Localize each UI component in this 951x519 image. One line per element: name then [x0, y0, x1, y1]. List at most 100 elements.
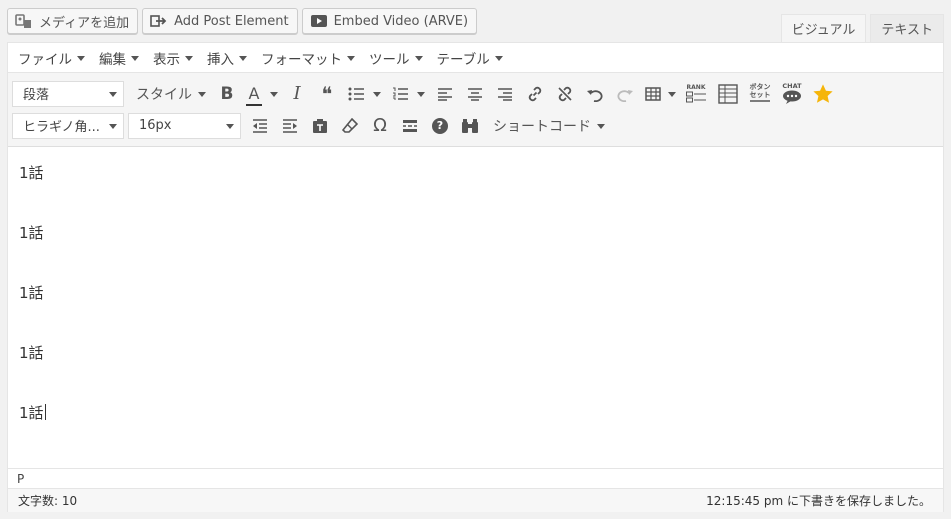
text-color-button[interactable]: A	[242, 80, 282, 108]
align-left-button[interactable]	[430, 80, 460, 108]
style-dropdown-label: スタイル	[136, 86, 192, 103]
clipboard-icon	[313, 118, 327, 133]
horizontal-line-icon	[403, 119, 417, 132]
toolbar-row-2: ヒラギノ角... 16px Ω ? ショートコード	[12, 110, 943, 141]
horizontal-line-button[interactable]	[395, 112, 425, 140]
indent-icon	[283, 118, 297, 133]
indent-button[interactable]	[275, 112, 305, 140]
font-size-value: 16px	[139, 118, 172, 133]
menu-tools[interactable]: ツール	[362, 48, 430, 68]
menu-format[interactable]: フォーマット	[254, 48, 362, 68]
bold-icon: B	[220, 83, 234, 104]
blockquote-button[interactable]: ❝	[312, 80, 342, 108]
special-character-button[interactable]: Ω	[365, 112, 395, 140]
paragraph[interactable]: 1話	[19, 222, 44, 243]
font-size-select[interactable]: 16px	[128, 112, 241, 139]
menu-table-label: テーブル	[436, 51, 490, 68]
chevron-down-icon	[372, 92, 381, 97]
bold-button[interactable]: B	[212, 80, 242, 108]
menu-insert[interactable]: 挿入	[200, 48, 254, 68]
help-button[interactable]: ?	[425, 112, 455, 140]
video-icon	[310, 13, 328, 29]
outdent-button[interactable]	[245, 112, 275, 140]
chevron-down-icon	[109, 92, 117, 97]
align-center-icon	[468, 87, 482, 101]
editor-content[interactable]: 1話 1話 1話 1話 1話	[8, 147, 943, 449]
undo-icon	[587, 89, 603, 102]
button-set-button[interactable]: ボタン セット	[744, 80, 776, 108]
redo-icon	[617, 89, 633, 102]
align-center-button[interactable]	[460, 80, 490, 108]
button-set-label-top: ボタン	[749, 83, 771, 91]
paragraph[interactable]: 1話	[19, 162, 44, 183]
chevron-down-icon	[77, 56, 85, 61]
add-post-element-button[interactable]: Add Post Element	[142, 8, 298, 34]
menu-edit-label: 編集	[99, 51, 126, 68]
menu-tools-label: ツール	[369, 51, 410, 68]
autosave-message: 12:15:45 pm に下書きを保存しました。	[706, 494, 931, 508]
chat-button[interactable]: CHAT	[776, 80, 808, 108]
menu-edit[interactable]: 編集	[92, 48, 146, 68]
chevron-down-icon	[226, 124, 234, 129]
paragraph[interactable]: 1話	[19, 342, 44, 363]
italic-button[interactable]: I	[282, 80, 312, 108]
unlink-icon	[558, 86, 572, 101]
table-icon	[644, 86, 661, 101]
align-right-button[interactable]	[490, 80, 520, 108]
chevron-down-icon	[131, 56, 139, 61]
paragraph-last-text: 1話	[19, 404, 44, 422]
unlink-button[interactable]	[550, 80, 580, 108]
chevron-down-icon	[185, 56, 193, 61]
numbered-list-button[interactable]	[386, 80, 430, 108]
text-color-icon: A	[246, 84, 262, 106]
chevron-down-icon	[239, 56, 247, 61]
blockquote-icon: ❝	[321, 81, 333, 106]
media-buttons-row: メディアを追加 Add Post Element Embed Video (AR…	[7, 8, 478, 36]
chevron-down-icon	[109, 124, 117, 129]
chevron-down-icon	[198, 92, 206, 97]
post-element-icon	[150, 13, 168, 29]
toolbars: 段落 スタイル B A I ❝ RANK ボタン セット CHAT ヒラギノ角.…	[8, 73, 943, 147]
paste-text-button[interactable]	[305, 112, 335, 140]
style-dropdown[interactable]: スタイル	[128, 81, 212, 107]
paragraph-last[interactable]: 1話	[19, 402, 46, 423]
star-icon	[813, 83, 833, 103]
embed-video-label: Embed Video (ARVE)	[333, 13, 469, 29]
table-grid-button[interactable]	[712, 80, 744, 108]
element-path[interactable]: P	[8, 468, 943, 489]
star-button[interactable]	[808, 80, 838, 108]
rank-button[interactable]: RANK	[680, 80, 712, 108]
toolbar-row-1: 段落 スタイル B A I ❝ RANK ボタン セット CHAT	[12, 78, 943, 109]
add-post-element-label: Add Post Element	[174, 13, 289, 29]
font-family-select[interactable]: ヒラギノ角...	[12, 112, 124, 139]
bullet-list-button[interactable]	[342, 80, 386, 108]
menubar: ファイル 編集 表示 挿入 フォーマット ツール テーブル	[8, 43, 943, 73]
link-button[interactable]	[520, 80, 550, 108]
text-cursor	[44, 404, 46, 420]
help-glyph: ?	[436, 119, 444, 132]
embed-video-button[interactable]: Embed Video (ARVE)	[301, 8, 478, 34]
chevron-down-icon	[667, 92, 676, 97]
add-media-button[interactable]: メディアを追加	[7, 8, 139, 34]
chevron-down-icon	[416, 92, 425, 97]
button-set-label-bottom: セット	[749, 91, 771, 99]
tab-text[interactable]: テキスト	[870, 14, 944, 42]
menu-view[interactable]: 表示	[146, 48, 200, 68]
find-replace-button[interactable]	[455, 112, 485, 140]
format-select[interactable]: 段落	[12, 80, 124, 107]
redo-button[interactable]	[610, 80, 640, 108]
menu-file[interactable]: ファイル	[11, 48, 92, 68]
table-button[interactable]	[640, 80, 680, 108]
eraser-icon	[342, 117, 358, 133]
shortcode-dropdown[interactable]: ショートコード	[485, 113, 611, 139]
omega-icon: Ω	[373, 115, 387, 136]
clear-formatting-button[interactable]	[335, 112, 365, 140]
tab-visual[interactable]: ビジュアル	[780, 14, 867, 42]
add-media-label: メディアを追加	[39, 15, 130, 31]
chevron-down-icon	[414, 56, 423, 61]
undo-button[interactable]	[580, 80, 610, 108]
help-icon: ?	[432, 117, 448, 134]
paragraph[interactable]: 1話	[19, 282, 44, 303]
editor-frame: ファイル 編集 表示 挿入 フォーマット ツール テーブル 段落 スタイル B …	[7, 42, 944, 512]
menu-table[interactable]: テーブル	[430, 48, 510, 68]
